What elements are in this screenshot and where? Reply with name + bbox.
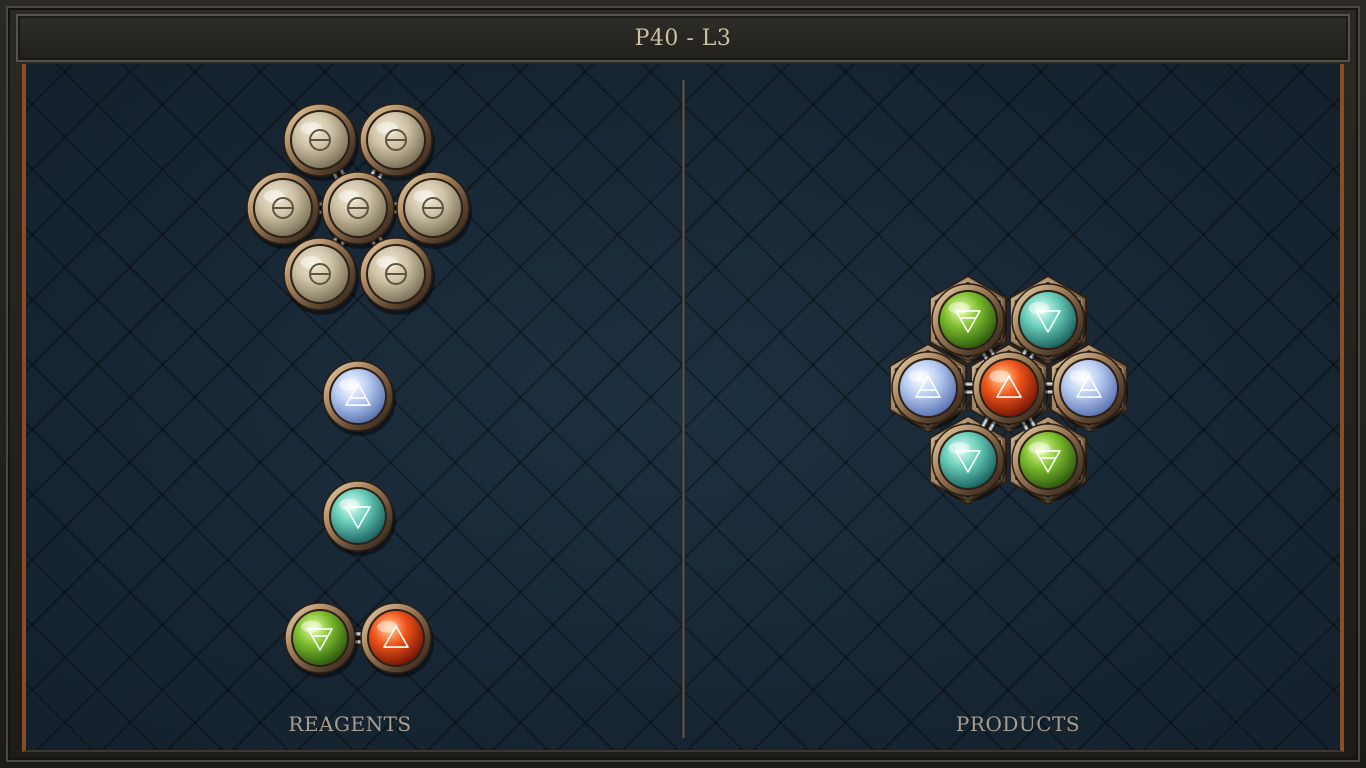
orb-highlight [377, 620, 398, 633]
orb-highlight [338, 190, 360, 203]
water-orb [940, 432, 996, 488]
reagent-water-atom[interactable] [322, 480, 396, 556]
orb-highlight [1028, 302, 1050, 315]
salt-atom[interactable] [359, 103, 435, 181]
orb-highlight [413, 190, 435, 203]
salt-atom[interactable] [283, 237, 359, 315]
orb-highlight [908, 370, 930, 383]
fire-orb [981, 360, 1037, 416]
earth-orb [1020, 432, 1076, 488]
water-atom[interactable] [322, 480, 396, 556]
earth-atom[interactable] [284, 602, 358, 678]
air-atom[interactable] [322, 360, 396, 436]
orb-highlight [339, 378, 360, 391]
product-ring-molecule[interactable] [888, 274, 1129, 506]
orb-highlight [1069, 370, 1091, 383]
orb-highlight [376, 122, 398, 135]
air-orb [1061, 360, 1117, 416]
salt-atom[interactable] [321, 171, 397, 249]
air-orb [331, 369, 385, 423]
reagent-salt-cluster[interactable] [246, 103, 472, 315]
earth-orb [293, 611, 347, 665]
orb-highlight [376, 256, 398, 269]
orb-highlight [948, 302, 970, 315]
reagent-earth-fire-pair[interactable] [284, 602, 434, 678]
salt-atom[interactable] [283, 103, 359, 181]
salt-atom[interactable] [246, 171, 322, 249]
salt-atom[interactable] [359, 237, 435, 315]
orb-highlight [948, 442, 970, 455]
fire-atom[interactable] [360, 602, 434, 678]
orb-highlight [339, 498, 360, 511]
fire-orb [369, 611, 423, 665]
water-orb [1020, 292, 1076, 348]
game-frame: P40 - L3 REAGENTS PRODUCTS [0, 0, 1366, 768]
orb-highlight [300, 256, 322, 269]
orb-highlight [989, 370, 1011, 383]
orb-highlight [263, 190, 285, 203]
water-orb [331, 489, 385, 543]
molecule-stage [246, 103, 1129, 678]
air-orb [900, 360, 956, 416]
salt-atom[interactable] [396, 171, 472, 249]
orb-highlight [300, 122, 322, 135]
reagent-air-atom[interactable] [322, 360, 396, 436]
orb-highlight [1028, 442, 1050, 455]
earth-orb [940, 292, 996, 348]
orb-highlight [301, 620, 322, 633]
